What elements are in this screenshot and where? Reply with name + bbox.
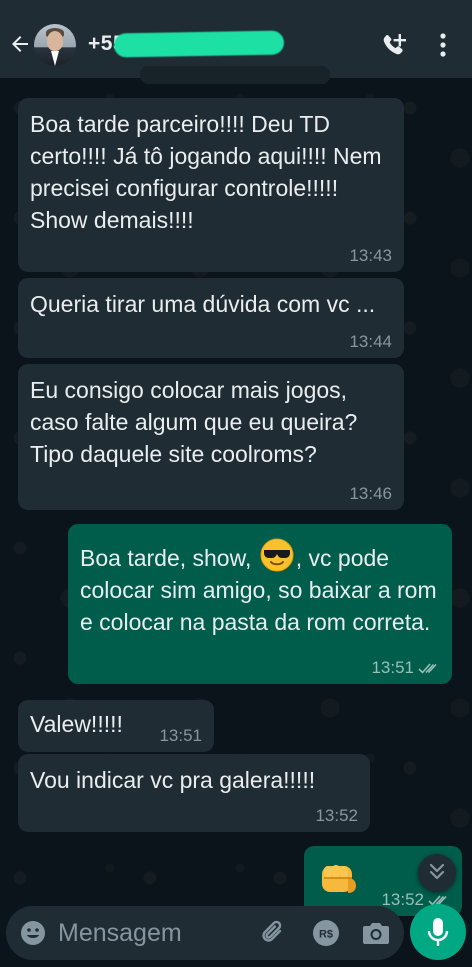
message-time: 13:44	[349, 332, 392, 351]
more-vertical-icon[interactable]	[436, 32, 450, 58]
message-time: 13:43	[349, 246, 392, 265]
message-time: 13:52	[315, 806, 358, 825]
add-call-icon[interactable]	[380, 32, 408, 58]
message-incoming[interactable]: Queria tirar uma dúvida com vc ... 13:44	[18, 278, 404, 358]
message-list[interactable]: Boa tarde parceiro!!!! Deu TD certo!!!! …	[0, 66, 472, 916]
payment-icon[interactable]: R$	[312, 919, 340, 947]
message-text: Boa tarde, show, , vc pode colocar sim a…	[80, 538, 440, 638]
read-receipt-icon	[418, 663, 437, 674]
camera-icon[interactable]	[362, 920, 390, 946]
message-incoming[interactable]: Boa tarde parceiro!!!! Deu TD certo!!!! …	[18, 98, 404, 272]
paperclip-icon[interactable]	[258, 918, 288, 948]
message-time: 13:52	[381, 890, 424, 909]
oncoming-fist-icon	[322, 865, 356, 893]
arrow-left-icon[interactable]	[8, 32, 32, 56]
chevron-double-down-icon	[429, 863, 445, 880]
status-bar	[0, 0, 472, 10]
message-input[interactable]: Mensagem	[58, 918, 182, 948]
message-time: 13:51	[159, 726, 202, 745]
message-text: Queria tirar uma dúvida com vc ...	[30, 291, 376, 317]
redaction-mark	[113, 30, 285, 58]
message-incoming[interactable]: Vou indicar vc pra galera!!!!! 13:52	[18, 754, 370, 832]
date-divider	[140, 66, 330, 84]
message-time: 13:51	[371, 658, 414, 677]
message-text: Eu consigo colocar mais jogos, caso falt…	[30, 377, 358, 467]
voice-record-button[interactable]	[410, 904, 466, 960]
avatar[interactable]	[34, 24, 76, 66]
emoji-icon[interactable]	[20, 920, 46, 946]
mic-icon	[427, 918, 449, 946]
message-composer[interactable]: Mensagem R$	[6, 906, 404, 960]
message-time: 13:46	[349, 484, 392, 503]
svg-text:R$: R$	[319, 929, 333, 941]
message-outgoing[interactable]: Boa tarde, show, , vc pode colocar sim a…	[68, 524, 452, 684]
scroll-to-bottom-button[interactable]	[418, 854, 456, 892]
chat-screen: +55 11 98525-0263 Boa tarde parceiro!!!!…	[0, 0, 472, 967]
smiling-face-with-sunglasses-icon	[260, 538, 294, 572]
message-text: Vou indicar vc pra galera!!!!!	[30, 767, 316, 793]
message-incoming[interactable]: Eu consigo colocar mais jogos, caso falt…	[18, 364, 404, 510]
message-incoming[interactable]: Valew!!!!! 13:51	[18, 700, 214, 752]
message-text: Boa tarde parceiro!!!! Deu TD certo!!!! …	[30, 111, 382, 233]
